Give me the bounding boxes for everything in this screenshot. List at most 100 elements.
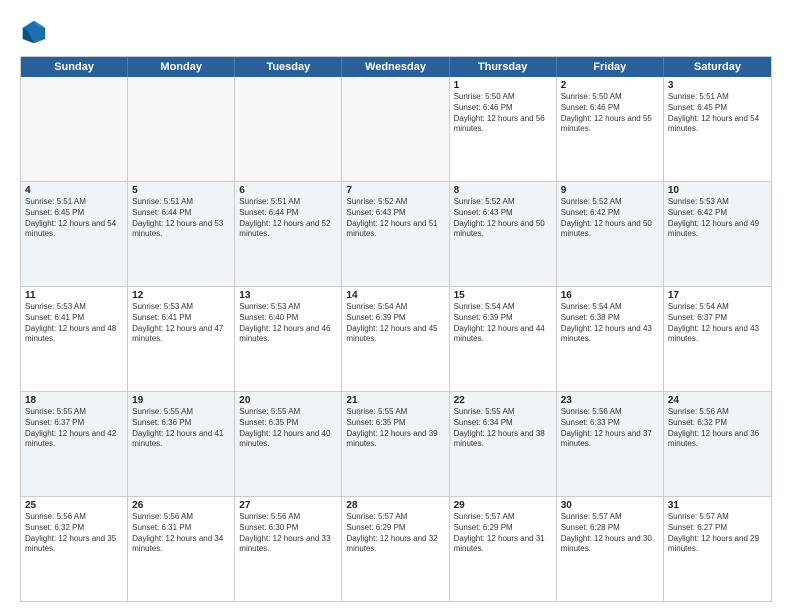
calendar-cell: 23Sunrise: 5:56 AMSunset: 6:33 PMDayligh…	[557, 392, 664, 496]
cell-info: Sunrise: 5:53 AMSunset: 6:42 PMDaylight:…	[668, 197, 767, 240]
day-number: 13	[239, 290, 337, 301]
calendar-cell: 22Sunrise: 5:55 AMSunset: 6:34 PMDayligh…	[450, 392, 557, 496]
calendar-cell: 5Sunrise: 5:51 AMSunset: 6:44 PMDaylight…	[128, 182, 235, 286]
header-day-wednesday: Wednesday	[342, 57, 449, 77]
day-number: 19	[132, 395, 230, 406]
calendar-cell: 17Sunrise: 5:54 AMSunset: 6:37 PMDayligh…	[664, 287, 771, 391]
cell-info: Sunrise: 5:56 AMSunset: 6:32 PMDaylight:…	[25, 512, 123, 555]
day-number: 2	[561, 80, 659, 91]
calendar-header: SundayMondayTuesdayWednesdayThursdayFrid…	[21, 57, 771, 77]
day-number: 9	[561, 185, 659, 196]
day-number: 20	[239, 395, 337, 406]
day-number: 28	[346, 500, 444, 511]
calendar-cell: 10Sunrise: 5:53 AMSunset: 6:42 PMDayligh…	[664, 182, 771, 286]
header	[20, 18, 772, 46]
calendar-cell: 28Sunrise: 5:57 AMSunset: 6:29 PMDayligh…	[342, 497, 449, 601]
calendar-cell: 25Sunrise: 5:56 AMSunset: 6:32 PMDayligh…	[21, 497, 128, 601]
header-day-monday: Monday	[128, 57, 235, 77]
calendar-cell: 16Sunrise: 5:54 AMSunset: 6:38 PMDayligh…	[557, 287, 664, 391]
calendar-cell	[128, 77, 235, 181]
cell-info: Sunrise: 5:54 AMSunset: 6:38 PMDaylight:…	[561, 302, 659, 345]
calendar-cell: 27Sunrise: 5:56 AMSunset: 6:30 PMDayligh…	[235, 497, 342, 601]
calendar-cell: 31Sunrise: 5:57 AMSunset: 6:27 PMDayligh…	[664, 497, 771, 601]
calendar-cell: 11Sunrise: 5:53 AMSunset: 6:41 PMDayligh…	[21, 287, 128, 391]
header-day-sunday: Sunday	[21, 57, 128, 77]
day-number: 18	[25, 395, 123, 406]
calendar-cell: 4Sunrise: 5:51 AMSunset: 6:45 PMDaylight…	[21, 182, 128, 286]
cell-info: Sunrise: 5:56 AMSunset: 6:30 PMDaylight:…	[239, 512, 337, 555]
calendar-cell: 3Sunrise: 5:51 AMSunset: 6:45 PMDaylight…	[664, 77, 771, 181]
calendar-week-2: 4Sunrise: 5:51 AMSunset: 6:45 PMDaylight…	[21, 181, 771, 286]
calendar-week-1: 1Sunrise: 5:50 AMSunset: 6:46 PMDaylight…	[21, 77, 771, 181]
day-number: 15	[454, 290, 552, 301]
cell-info: Sunrise: 5:55 AMSunset: 6:35 PMDaylight:…	[346, 407, 444, 450]
header-day-friday: Friday	[557, 57, 664, 77]
day-number: 22	[454, 395, 552, 406]
calendar-cell: 14Sunrise: 5:54 AMSunset: 6:39 PMDayligh…	[342, 287, 449, 391]
cell-info: Sunrise: 5:56 AMSunset: 6:31 PMDaylight:…	[132, 512, 230, 555]
header-day-thursday: Thursday	[450, 57, 557, 77]
day-number: 1	[454, 80, 552, 91]
cell-info: Sunrise: 5:53 AMSunset: 6:41 PMDaylight:…	[132, 302, 230, 345]
day-number: 10	[668, 185, 767, 196]
calendar-cell: 21Sunrise: 5:55 AMSunset: 6:35 PMDayligh…	[342, 392, 449, 496]
day-number: 14	[346, 290, 444, 301]
day-number: 17	[668, 290, 767, 301]
calendar-cell	[21, 77, 128, 181]
cell-info: Sunrise: 5:53 AMSunset: 6:40 PMDaylight:…	[239, 302, 337, 345]
cell-info: Sunrise: 5:54 AMSunset: 6:37 PMDaylight:…	[668, 302, 767, 345]
day-number: 8	[454, 185, 552, 196]
day-number: 5	[132, 185, 230, 196]
calendar-cell	[235, 77, 342, 181]
cell-info: Sunrise: 5:55 AMSunset: 6:34 PMDaylight:…	[454, 407, 552, 450]
cell-info: Sunrise: 5:57 AMSunset: 6:29 PMDaylight:…	[346, 512, 444, 555]
cell-info: Sunrise: 5:54 AMSunset: 6:39 PMDaylight:…	[346, 302, 444, 345]
calendar-cell	[342, 77, 449, 181]
cell-info: Sunrise: 5:51 AMSunset: 6:44 PMDaylight:…	[132, 197, 230, 240]
calendar-cell: 18Sunrise: 5:55 AMSunset: 6:37 PMDayligh…	[21, 392, 128, 496]
calendar-cell: 8Sunrise: 5:52 AMSunset: 6:43 PMDaylight…	[450, 182, 557, 286]
cell-info: Sunrise: 5:57 AMSunset: 6:27 PMDaylight:…	[668, 512, 767, 555]
day-number: 23	[561, 395, 659, 406]
day-number: 21	[346, 395, 444, 406]
cell-info: Sunrise: 5:50 AMSunset: 6:46 PMDaylight:…	[561, 92, 659, 135]
calendar-week-4: 18Sunrise: 5:55 AMSunset: 6:37 PMDayligh…	[21, 391, 771, 496]
day-number: 7	[346, 185, 444, 196]
calendar-cell: 13Sunrise: 5:53 AMSunset: 6:40 PMDayligh…	[235, 287, 342, 391]
header-day-saturday: Saturday	[664, 57, 771, 77]
calendar-cell: 7Sunrise: 5:52 AMSunset: 6:43 PMDaylight…	[342, 182, 449, 286]
cell-info: Sunrise: 5:55 AMSunset: 6:35 PMDaylight:…	[239, 407, 337, 450]
cell-info: Sunrise: 5:51 AMSunset: 6:45 PMDaylight:…	[25, 197, 123, 240]
cell-info: Sunrise: 5:56 AMSunset: 6:33 PMDaylight:…	[561, 407, 659, 450]
day-number: 12	[132, 290, 230, 301]
cell-info: Sunrise: 5:57 AMSunset: 6:28 PMDaylight:…	[561, 512, 659, 555]
cell-info: Sunrise: 5:56 AMSunset: 6:32 PMDaylight:…	[668, 407, 767, 450]
calendar-cell: 15Sunrise: 5:54 AMSunset: 6:39 PMDayligh…	[450, 287, 557, 391]
header-day-tuesday: Tuesday	[235, 57, 342, 77]
cell-info: Sunrise: 5:51 AMSunset: 6:44 PMDaylight:…	[239, 197, 337, 240]
calendar-cell: 2Sunrise: 5:50 AMSunset: 6:46 PMDaylight…	[557, 77, 664, 181]
calendar-cell: 30Sunrise: 5:57 AMSunset: 6:28 PMDayligh…	[557, 497, 664, 601]
calendar-body: 1Sunrise: 5:50 AMSunset: 6:46 PMDaylight…	[21, 77, 771, 601]
cell-info: Sunrise: 5:50 AMSunset: 6:46 PMDaylight:…	[454, 92, 552, 135]
page: SundayMondayTuesdayWednesdayThursdayFrid…	[0, 0, 792, 612]
calendar-cell: 19Sunrise: 5:55 AMSunset: 6:36 PMDayligh…	[128, 392, 235, 496]
day-number: 26	[132, 500, 230, 511]
cell-info: Sunrise: 5:57 AMSunset: 6:29 PMDaylight:…	[454, 512, 552, 555]
calendar-cell: 12Sunrise: 5:53 AMSunset: 6:41 PMDayligh…	[128, 287, 235, 391]
calendar-week-5: 25Sunrise: 5:56 AMSunset: 6:32 PMDayligh…	[21, 496, 771, 601]
cell-info: Sunrise: 5:52 AMSunset: 6:42 PMDaylight:…	[561, 197, 659, 240]
calendar-cell: 1Sunrise: 5:50 AMSunset: 6:46 PMDaylight…	[450, 77, 557, 181]
day-number: 30	[561, 500, 659, 511]
day-number: 11	[25, 290, 123, 301]
day-number: 25	[25, 500, 123, 511]
cell-info: Sunrise: 5:55 AMSunset: 6:36 PMDaylight:…	[132, 407, 230, 450]
day-number: 24	[668, 395, 767, 406]
cell-info: Sunrise: 5:54 AMSunset: 6:39 PMDaylight:…	[454, 302, 552, 345]
day-number: 6	[239, 185, 337, 196]
cell-info: Sunrise: 5:52 AMSunset: 6:43 PMDaylight:…	[346, 197, 444, 240]
calendar-cell: 26Sunrise: 5:56 AMSunset: 6:31 PMDayligh…	[128, 497, 235, 601]
day-number: 27	[239, 500, 337, 511]
day-number: 3	[668, 80, 767, 91]
calendar-cell: 9Sunrise: 5:52 AMSunset: 6:42 PMDaylight…	[557, 182, 664, 286]
